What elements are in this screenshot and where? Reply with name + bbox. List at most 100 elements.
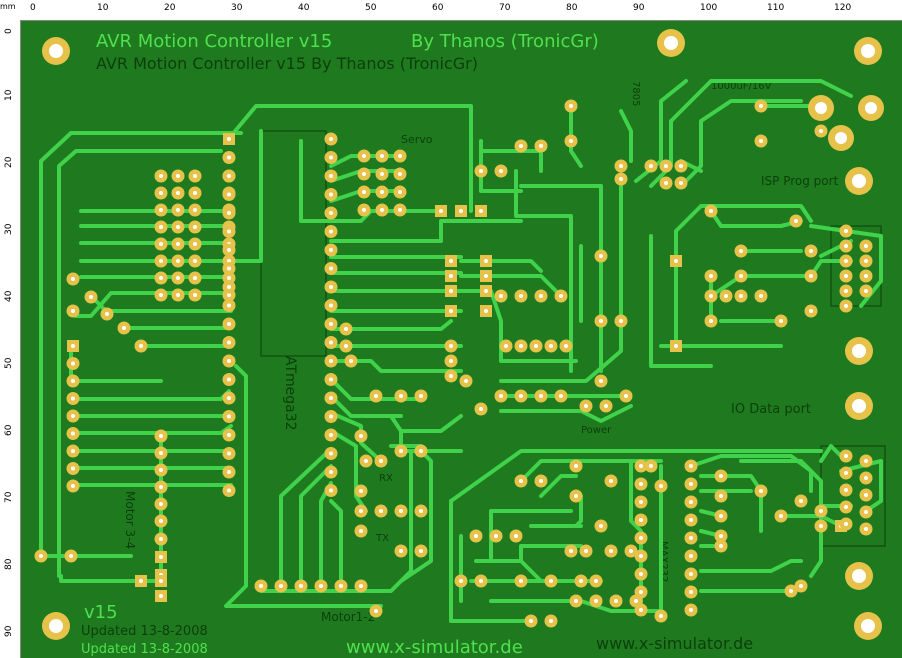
drill-hole <box>564 344 568 348</box>
drill-hole <box>362 172 366 176</box>
drill-hole <box>819 509 823 513</box>
drill-hole <box>809 274 813 278</box>
drill-hole <box>539 144 543 148</box>
drill-hole <box>719 534 723 538</box>
drill-hole <box>227 285 231 289</box>
ruler-h-tick: 10 <box>97 3 109 13</box>
drill-hole <box>559 294 563 298</box>
drill-hole <box>719 514 723 518</box>
ruler-h-tick: 100 <box>700 3 718 13</box>
drill-hole <box>362 154 366 158</box>
drill-hole <box>639 572 643 576</box>
drill-hole <box>594 579 598 583</box>
drill-hole <box>139 344 143 348</box>
drill-hole <box>624 394 628 398</box>
drill-hole <box>844 488 848 492</box>
drill-hole <box>159 242 163 246</box>
drill-hole <box>719 494 723 498</box>
drill-hole <box>176 174 180 178</box>
ruler-unit: mm <box>0 0 20 20</box>
drill-hole <box>579 579 583 583</box>
drill-hole <box>159 537 163 541</box>
drill-hole <box>449 344 453 348</box>
drill-hole <box>719 544 723 548</box>
drill-hole <box>362 190 366 194</box>
drill-hole <box>329 137 333 141</box>
drill-hole <box>227 359 231 363</box>
drill-hole <box>689 590 693 594</box>
ruler-h-tick: 110 <box>767 3 785 13</box>
drill-hole <box>864 289 868 293</box>
ruler-v-tick: 50 <box>4 357 14 369</box>
drill-hole <box>71 431 75 436</box>
drill-hole <box>539 394 543 398</box>
drill-hole <box>71 379 75 383</box>
drill-hole <box>799 499 803 503</box>
drill-hole <box>359 509 363 513</box>
drill-hole <box>519 144 523 148</box>
drill-hole <box>344 344 348 348</box>
drill-hole <box>159 519 163 523</box>
mirror-updated-silk: Updated 13-8-2008 <box>81 624 208 639</box>
drill-hole <box>374 609 378 613</box>
drill-hole <box>279 584 283 588</box>
drill-hole <box>71 361 75 366</box>
drill-hole <box>479 169 483 173</box>
drill-hole <box>176 225 180 229</box>
drill-hole <box>664 164 668 168</box>
drill-hole <box>689 464 693 468</box>
drill-hole <box>339 584 343 588</box>
drill-hole <box>864 244 868 248</box>
drill-hole <box>599 379 603 383</box>
ruler-h-tick: 60 <box>432 3 444 13</box>
drill-hole <box>739 294 743 298</box>
drill-hole <box>809 249 813 253</box>
drill-hole <box>193 191 197 195</box>
drill-hole <box>679 164 683 168</box>
drill-hole <box>419 449 423 453</box>
drill-hole <box>864 510 868 514</box>
ruler-h-tick: 70 <box>499 3 511 13</box>
drill-hole <box>329 359 333 363</box>
ruler-v-tick: 40 <box>4 290 14 302</box>
drill-hole <box>227 488 231 493</box>
drill-hole <box>362 208 366 212</box>
drill-hole <box>329 322 333 326</box>
drill-hole <box>519 394 523 398</box>
drill-hole <box>176 208 180 212</box>
drill-hole <box>659 484 663 488</box>
drill-hole <box>380 208 384 212</box>
drill-hole <box>759 104 763 108</box>
website-silk: www.x-simulator.de <box>346 637 523 658</box>
drill-hole <box>159 259 163 263</box>
drill-hole <box>227 276 231 280</box>
drill-hole <box>739 249 743 253</box>
rx-silk: RX <box>379 473 393 484</box>
isp-connector-outline <box>830 225 882 307</box>
ruler-v-tick: 30 <box>4 223 14 235</box>
drill-hole <box>599 319 603 323</box>
drill-hole <box>639 608 643 612</box>
drill-hole <box>499 294 503 298</box>
drill-hole <box>359 584 363 588</box>
drill-hole <box>227 229 231 234</box>
drill-hole <box>71 484 75 488</box>
tx-silk: TX <box>375 533 389 544</box>
drill-hole <box>159 191 163 195</box>
drill-hole <box>844 471 848 475</box>
drill-hole <box>864 274 868 278</box>
drill-hole <box>259 584 263 588</box>
drill-hole <box>159 451 163 455</box>
drill-hole <box>159 594 163 598</box>
drill-hole <box>374 394 378 398</box>
drill-hole <box>504 344 508 348</box>
drill-hole <box>459 579 463 583</box>
drill-hole <box>227 155 231 160</box>
drill-hole <box>689 536 693 540</box>
ruler-h-tick: 50 <box>365 3 377 13</box>
drill-hole <box>709 319 713 323</box>
drill-hole <box>193 276 197 280</box>
drill-hole <box>779 514 783 518</box>
drill-hole <box>380 154 384 158</box>
drill-hole <box>227 451 231 456</box>
